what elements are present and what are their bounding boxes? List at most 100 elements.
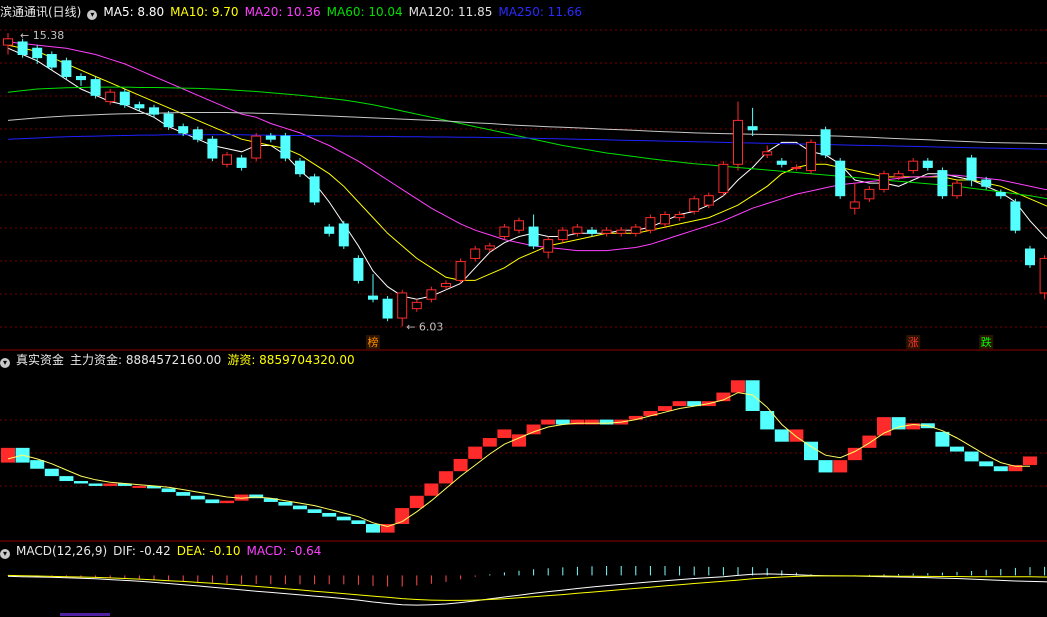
fund-bar <box>497 429 512 439</box>
fund-bar <box>88 483 103 486</box>
stock-title: 滨通通讯(日线) <box>0 5 82 19</box>
fund-bar <box>628 415 643 420</box>
candle-body <box>922 160 933 168</box>
candle-body <box>1039 257 1047 294</box>
candle-body <box>265 135 276 140</box>
candle-body <box>630 226 641 234</box>
candle-body <box>119 91 130 106</box>
candle-body <box>893 173 904 178</box>
candle-body <box>149 107 159 115</box>
fund-settings-icon[interactable]: ▾ <box>0 358 10 368</box>
fund-panel-header: ▾ 真实资金 主力资金: 8884572160.00 游资: 8859704320.0… <box>0 352 361 368</box>
candle-body <box>952 182 962 197</box>
candle-body <box>484 245 495 250</box>
candle-body <box>441 283 451 288</box>
fund-bar <box>731 380 745 393</box>
main-panel-header: 滨通通讯(日线) ▾ MA5: 8.80 MA10: 9.70 MA20: 10.36 M… <box>0 4 588 20</box>
fund-bar <box>964 451 979 462</box>
candle-body <box>382 298 393 319</box>
fund-bar <box>672 401 687 407</box>
candle-body <box>32 47 43 59</box>
fund-bar <box>833 460 848 473</box>
fund-bar <box>278 501 293 506</box>
candle-body <box>178 126 189 134</box>
ma60-label: MA60: 10.04 <box>326 5 403 19</box>
settings-circle-icon[interactable]: ▾ <box>87 10 98 20</box>
fund-bar <box>891 417 906 430</box>
fund-bar <box>526 424 541 435</box>
badge-跌: 跌 <box>981 335 992 349</box>
fund-bar <box>993 466 1008 472</box>
fund-bar <box>409 495 424 509</box>
fund-bar <box>220 500 234 504</box>
fund-bar <box>366 524 380 533</box>
candle-body <box>645 217 656 231</box>
candle-body <box>528 226 539 247</box>
candle-body <box>192 129 203 140</box>
fund-line <box>7 392 1030 528</box>
candle-body <box>338 223 349 247</box>
candle-body <box>324 226 335 234</box>
fund-bar <box>59 476 74 482</box>
candle-body <box>718 163 729 194</box>
candle-body <box>368 295 378 300</box>
candle-body <box>17 41 28 56</box>
candle-body <box>995 192 1006 197</box>
candle-body <box>806 141 816 172</box>
fund-bar <box>1023 456 1037 466</box>
candle-body <box>76 75 86 81</box>
fund-bar <box>44 468 59 477</box>
fund-bar <box>322 512 337 517</box>
fund-bar <box>658 406 672 411</box>
ma-line-ma250 <box>7 134 1047 150</box>
ma-line-ma5 <box>7 47 1047 300</box>
stock-chart[interactable]: ← 15.38 ← 6.03 榜 涨 跌 <box>0 0 1047 617</box>
fund-bar <box>103 483 118 486</box>
candle-body <box>3 38 13 46</box>
candle-body <box>557 229 568 241</box>
candle-body <box>820 129 831 156</box>
fund-bar <box>804 441 818 461</box>
candle-body <box>937 170 948 197</box>
candle-body <box>251 135 262 159</box>
macd-line-dif <box>7 573 1047 606</box>
high-price-label: ← 15.38 <box>20 29 64 42</box>
fund-bar <box>424 483 439 496</box>
fund-bar <box>293 505 307 510</box>
candle-body <box>601 229 612 234</box>
ma10-label: MA10: 9.70 <box>170 5 239 19</box>
macd-settings-icon[interactable]: ▾ <box>0 549 10 559</box>
fund-bar <box>950 446 964 452</box>
candle-body <box>105 91 116 103</box>
candle-body <box>849 201 860 209</box>
macd-title: MACD(12,26,9) <box>16 544 108 558</box>
candle-body <box>616 229 627 234</box>
candle-body <box>411 301 422 310</box>
candle-body <box>61 60 72 77</box>
candle-body <box>1010 201 1021 231</box>
fund-bar <box>176 492 191 496</box>
macd-line-dea <box>7 574 1047 601</box>
fund-bar <box>774 429 789 442</box>
fund-bar <box>336 516 351 521</box>
fund-title: 真实资金 <box>16 353 65 367</box>
fund-bar <box>818 460 833 473</box>
fund-bar <box>935 431 950 447</box>
fund-bar <box>205 499 220 504</box>
candle-body <box>309 176 320 203</box>
fund-bar <box>74 481 88 484</box>
candle-body <box>207 138 218 159</box>
main-fund-label: 主力资金: 8884572160.00 <box>70 353 222 367</box>
candle-body <box>353 257 364 281</box>
float-fund-label: 游资: 8859704320.00 <box>227 353 355 367</box>
candle-body <box>499 226 510 237</box>
candle-body <box>981 179 992 187</box>
candle-body <box>733 119 743 165</box>
candle-body <box>295 160 305 175</box>
candle-body <box>543 239 554 253</box>
fund-bar <box>979 461 994 467</box>
candle-body <box>966 157 977 181</box>
candle-body <box>791 166 802 169</box>
macd-panel-header: ▾ MACD(12,26,9) DIF: -0.42 DEA: -0.10 MACD: … <box>0 543 327 559</box>
badge-涨: 涨 <box>908 336 919 349</box>
